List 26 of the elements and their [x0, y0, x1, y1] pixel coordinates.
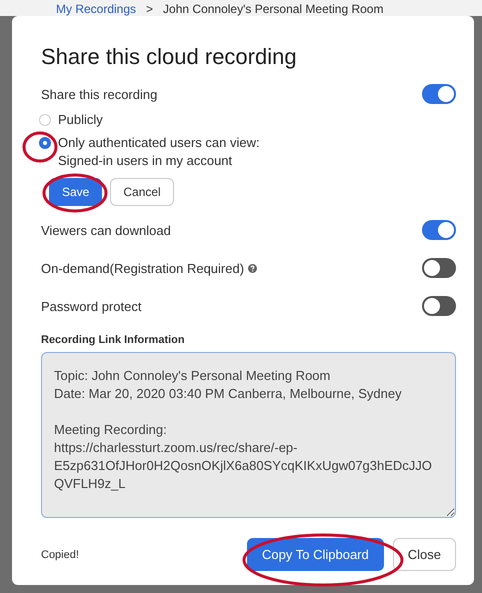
annotation-circle: [42, 173, 108, 213]
close-button[interactable]: Close: [392, 538, 456, 571]
option-toggle[interactable]: [422, 258, 456, 278]
copied-status: Copied!: [41, 548, 79, 560]
option-toggle[interactable]: [422, 296, 456, 316]
option-label: Password protect: [41, 298, 142, 314]
radio-label: Only authenticated users can view:: [58, 135, 260, 150]
radio-label: Publicly: [58, 112, 103, 127]
option-label: Viewers can download: [41, 222, 171, 238]
option-label: On-demand(Registration Required): [41, 260, 244, 276]
option-toggle[interactable]: [422, 220, 456, 240]
cancel-button[interactable]: Cancel: [110, 178, 174, 206]
link-info-field[interactable]: Topic: John Connoley's Personal Meeting Room Date: Mar 20, 2020 03:40 PM Canberra, Melbourne, Sydney Meeting Recording: https://charlessturt.zoom.us/rec/share/-ep- E5zp631OfJHor0H2QosnOKjlX6a80SYcqKIKxUgw07g3hEDcJJO QVFLH9z_L: [41, 352, 456, 518]
help-icon[interactable]: [248, 264, 258, 272]
radio-button[interactable]: [39, 137, 51, 149]
link-info-heading: Recording Link Information: [41, 334, 186, 346]
dialog-title: Share this cloud recording: [41, 44, 298, 70]
save-button[interactable]: Save: [49, 178, 102, 206]
copy-button[interactable]: Copy To Clipboard: [247, 538, 384, 571]
annotation-circle: [22, 131, 58, 163]
breadcrumb-separator: >: [146, 2, 154, 16]
share-toggle[interactable]: [422, 84, 456, 104]
share-label: Share this recording: [41, 86, 158, 102]
radio-sublabel: Signed-in users in my account: [58, 153, 234, 168]
breadcrumb-link[interactable]: My Recordings: [56, 2, 136, 16]
breadcrumb-current: John Connoley's Personal Meeting Room: [163, 2, 384, 16]
